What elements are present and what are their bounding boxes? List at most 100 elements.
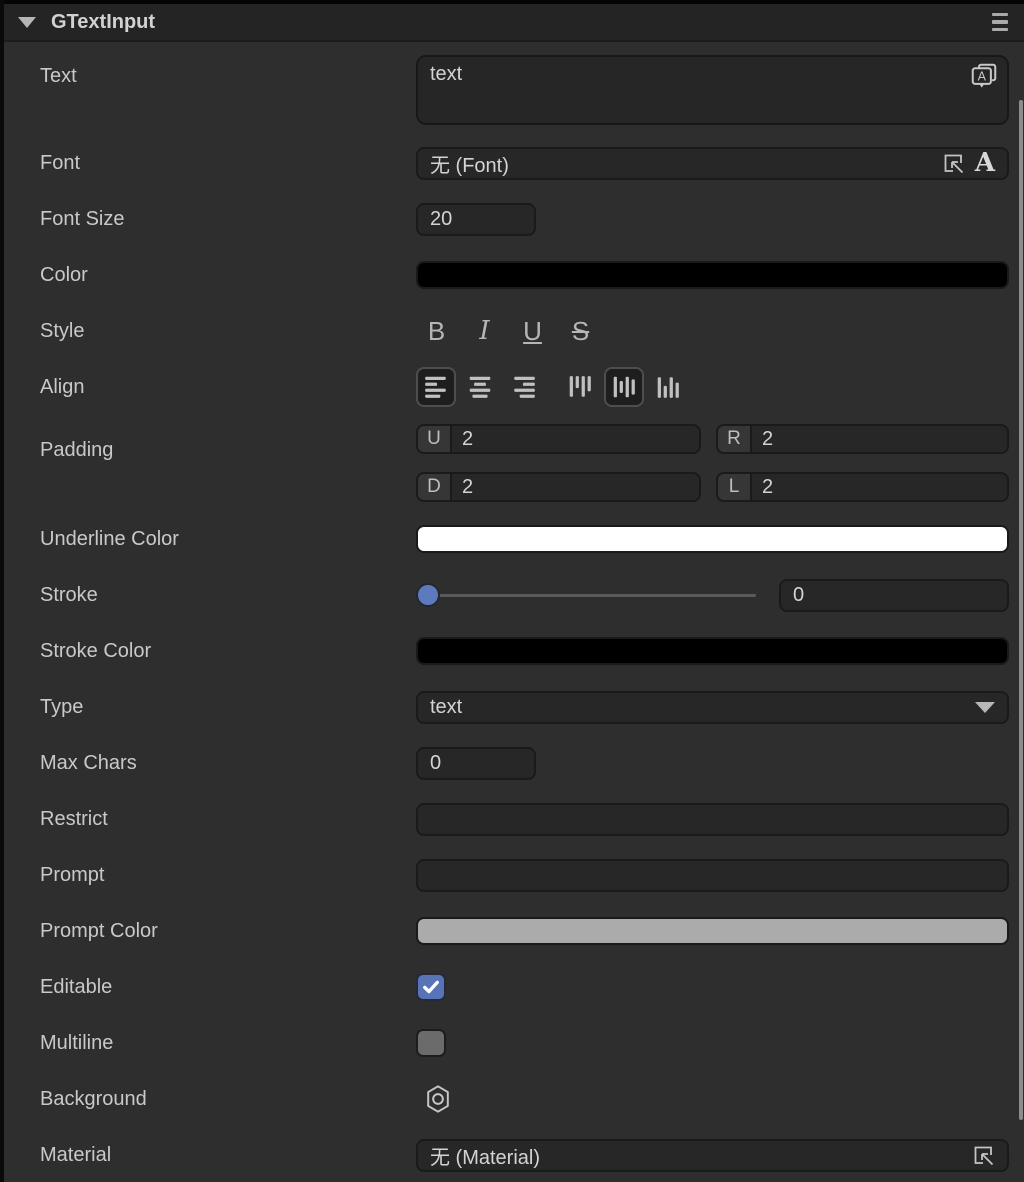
row-padding: Padding U 2 R 2 D 2 L 2 [0,415,1024,511]
vertical-scrollbar-thumb[interactable] [1019,100,1023,1120]
multiline-label: Multiline [0,1032,416,1055]
padding-right-input[interactable]: R 2 [716,424,1009,454]
padding-up-prefix: U [418,426,452,452]
dropdown-caret-icon [975,702,995,713]
prompt-label: Prompt [0,864,416,887]
text-input[interactable]: text A [416,55,1009,125]
material-label: Material [0,1144,416,1167]
align-center-button[interactable] [460,367,500,407]
font-size-label: Font Size [0,208,416,231]
row-editable: Editable [0,959,1024,1015]
align-left-button[interactable] [416,367,456,407]
padding-label: Padding [0,415,416,462]
max-chars-value: 0 [430,752,441,775]
underline-button[interactable]: U [516,316,549,347]
strikethrough-button[interactable]: S [564,316,597,347]
type-dropdown[interactable]: text [416,691,1009,724]
text-value: text [430,63,462,85]
max-chars-label: Max Chars [0,752,416,775]
valign-bottom-icon [655,374,681,400]
background-hexagon-icon[interactable] [424,1084,452,1114]
row-color: Color [0,247,1024,303]
row-prompt-color: Prompt Color [0,903,1024,959]
stroke-slider[interactable] [416,579,756,612]
prompt-color-label: Prompt Color [0,920,416,943]
font-value: 无 (Font) [430,149,509,178]
valign-bottom-button[interactable] [648,367,688,407]
svg-text:A: A [978,70,987,84]
font-label: Font [0,152,416,175]
type-value: text [430,696,462,719]
valign-top-button[interactable] [560,367,600,407]
checkmark-icon [421,977,441,997]
stroke-label: Stroke [0,584,416,607]
editable-checkbox[interactable] [416,973,446,1001]
font-size-input[interactable]: 20 [416,203,536,236]
row-align: Align [0,359,1024,415]
align-label: Align [0,376,416,399]
font-preview-icon[interactable]: A [975,150,995,176]
align-left-icon [423,374,449,400]
stroke-slider-thumb[interactable] [416,583,440,607]
background-label: Background [0,1088,416,1111]
valign-middle-icon [611,374,637,400]
component-title: GTextInput [51,11,990,34]
bold-button[interactable]: B [420,316,453,347]
row-type: Type text [0,679,1024,735]
stroke-value-input[interactable]: 0 [779,579,1009,612]
color-label: Color [0,264,416,287]
multiline-checkbox[interactable] [416,1029,446,1057]
restrict-input[interactable] [416,803,1009,836]
font-object-field[interactable]: 无 (Font) A [416,147,1009,180]
context-menu-icon[interactable] [990,9,1010,36]
row-font-size: Font Size 20 [0,191,1024,247]
italic-button[interactable]: I [468,316,501,347]
padding-up-input[interactable]: U 2 [416,424,701,454]
underline-color-swatch[interactable] [416,525,1009,553]
row-multiline: Multiline [0,1015,1024,1071]
stroke-slider-track[interactable] [428,594,756,597]
padding-down-prefix: D [418,474,452,500]
row-max-chars: Max Chars 0 [0,735,1024,791]
row-stroke: Stroke 0 [0,567,1024,623]
component-header[interactable]: GTextInput [0,4,1024,42]
padding-left-input[interactable]: L 2 [716,472,1009,502]
collapse-triangle-icon[interactable] [18,17,36,28]
row-prompt: Prompt [0,847,1024,903]
row-material: Material 无 (Material) [0,1127,1024,1182]
prompt-color-swatch[interactable] [416,917,1009,945]
editable-label: Editable [0,976,416,999]
align-right-icon [511,374,537,400]
align-center-icon [467,374,493,400]
material-value: 无 (Material) [430,1141,540,1170]
valign-top-icon [567,374,593,400]
inspector-panel: GTextInput Text text A Font [0,0,1024,1182]
row-underline-color: Underline Color [0,511,1024,567]
restrict-label: Restrict [0,808,416,831]
stroke-value: 0 [793,584,804,607]
prompt-input[interactable] [416,859,1009,892]
material-object-field[interactable]: 无 (Material) [416,1139,1009,1172]
row-font: Font 无 (Font) A [0,135,1024,191]
padding-left-value: 2 [752,474,1007,500]
type-label: Type [0,696,416,719]
padding-up-value: 2 [452,426,699,452]
object-picker-icon[interactable] [971,1143,995,1167]
object-picker-icon[interactable] [941,151,965,175]
color-swatch[interactable] [416,261,1009,289]
translate-icon[interactable]: A [969,62,999,92]
align-right-button[interactable] [504,367,544,407]
font-size-value: 20 [430,208,452,231]
row-restrict: Restrict [0,791,1024,847]
padding-down-value: 2 [452,474,699,500]
padding-right-prefix: R [718,426,752,452]
padding-down-input[interactable]: D 2 [416,472,701,502]
style-label: Style [0,320,416,343]
row-stroke-color: Stroke Color [0,623,1024,679]
valign-middle-button[interactable] [604,367,644,407]
row-text: Text text A [0,42,1024,135]
panel-top-edge [0,0,1024,4]
max-chars-input[interactable]: 0 [416,747,536,780]
row-background: Background [0,1071,1024,1127]
stroke-color-swatch[interactable] [416,637,1009,665]
